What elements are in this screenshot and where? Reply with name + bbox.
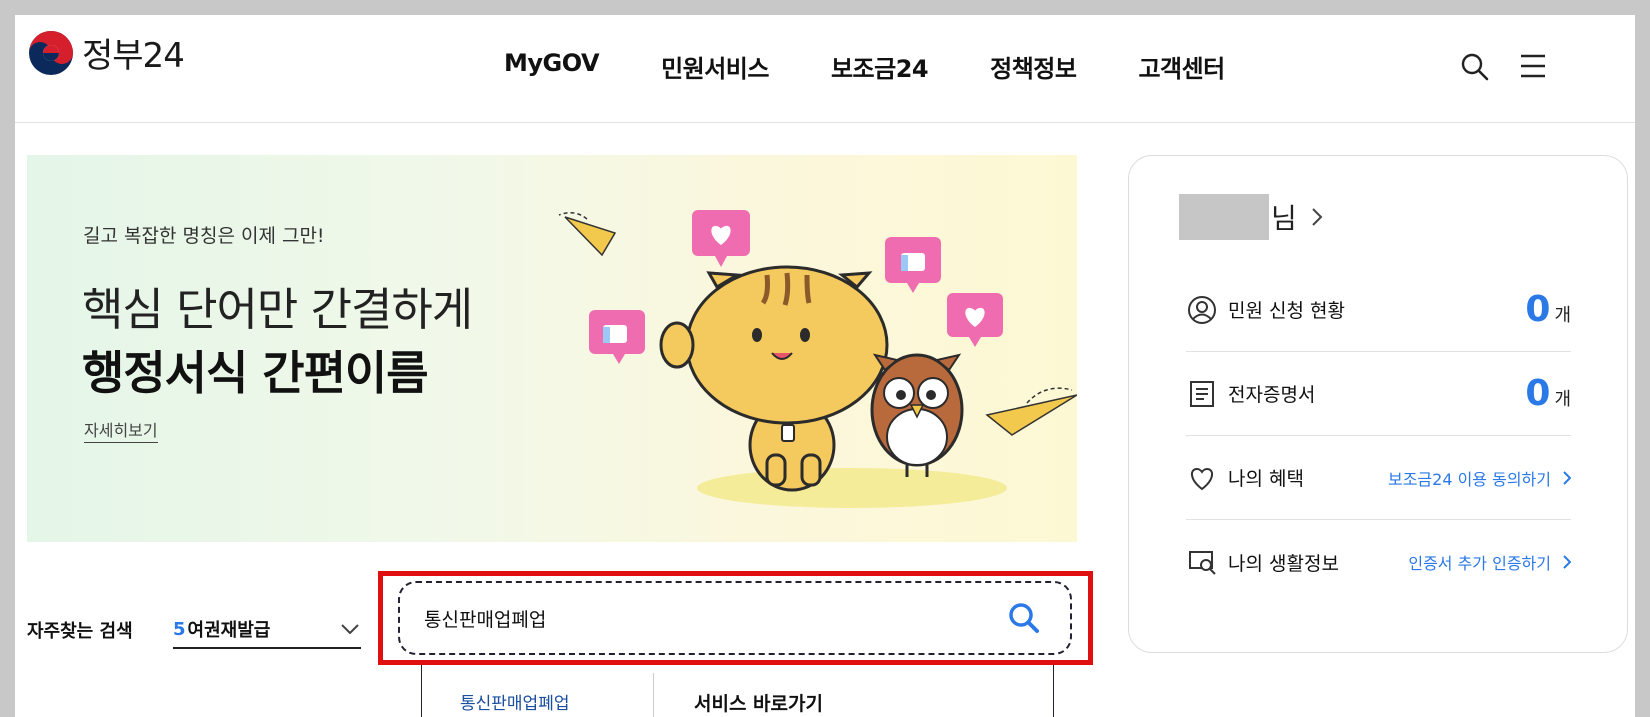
row-e-certificate[interactable]: 전자증명서 0 개 [1186,352,1571,436]
row-label: 나의 혜택 [1228,468,1304,490]
subsidy-consent-link[interactable]: 보조금24 이용 동의하기 [1388,466,1571,490]
taegeuk-logo-icon [29,30,73,75]
certificate-auth-link[interactable]: 인증서 추가 인증하기 [1408,550,1571,574]
frequent-keyword: 여권재발급 [187,620,271,641]
banner-subtitle: 길고 복잡한 명칭은 이제 그만! [83,225,325,247]
monitor-search-icon [1186,546,1218,578]
count-unit: 개 [1554,389,1571,410]
nav-policy-info[interactable]: 정책정보 [990,49,1077,84]
page: 정부24 MyGOV 민원서비스 보조금24 정책정보 고객센터 길고 복잡한 … [15,15,1635,717]
row-civil-application-status[interactable]: 민원 신청 현황 0 개 [1186,268,1571,352]
header: 정부24 MyGOV 민원서비스 보조금24 정책정보 고객센터 [15,15,1635,123]
document-icon [1186,378,1218,410]
frequent-search-label: 자주찾는 검색 [27,621,133,642]
nav-mygov[interactable]: MyGOV [504,49,600,84]
chevron-right-icon [1563,470,1571,485]
search-bar [398,581,1072,655]
logo-text: 정부24 [82,36,185,76]
count-value: 0 [1525,289,1551,330]
search-input[interactable] [424,607,984,629]
row-label: 민원 신청 현황 [1228,300,1345,322]
frequent-search-select[interactable]: 5 여권재발급 [173,611,361,649]
banner-detail-link[interactable]: 자세히보기 [84,417,158,443]
count-value: 0 [1525,373,1551,414]
user-name-link[interactable]: 님 [1179,194,1323,240]
banner-headline-2: 행정서식 간편이름 [82,346,429,400]
autocomplete-dropdown: 통신판매업폐업 서비스 바로가기 [421,665,1054,717]
search-icon[interactable] [1008,602,1040,634]
main-nav: MyGOV 민원서비스 보조금24 정책정보 고객센터 [504,49,1225,84]
row-my-life-info[interactable]: 나의 생활정보 인증서 추가 인증하기 [1186,520,1571,604]
frequent-rank: 5 [173,618,186,640]
nav-civil-service[interactable]: 민원서비스 [661,49,769,84]
banner-headline-1: 핵심 단어만 간결하게 [82,283,473,336]
service-shortcut-link[interactable]: 서비스 바로가기 [654,665,823,717]
logo[interactable]: 정부24 [28,28,185,77]
chevron-down-icon [341,624,359,634]
row-label: 나의 생활정보 [1228,552,1339,575]
row-value: 0 개 [1525,289,1571,330]
row-my-benefits[interactable]: 나의 혜택 보조금24 이용 동의하기 [1186,436,1571,520]
hamburger-menu-icon[interactable] [1520,53,1546,79]
nav-customer-center[interactable]: 고객센터 [1138,49,1225,84]
row-value: 0 개 [1525,373,1571,414]
row-label: 전자증명서 [1228,384,1316,406]
person-circle-icon [1186,294,1218,326]
count-unit: 개 [1554,305,1571,326]
search-icon[interactable] [1461,53,1489,81]
user-name-suffix: 님 [1271,202,1297,235]
autocomplete-suggestion[interactable]: 통신판매업폐업 [422,673,654,717]
user-summary-card: 님 민원 신청 현황 0 개 전자증명서 0 개 나의 혜택 보조금24 이용 … [1128,155,1628,653]
link-text: 인증서 추가 인증하기 [1408,554,1551,573]
masked-user-name [1179,194,1269,240]
heart-icon [1186,462,1218,494]
chevron-right-icon [1563,555,1571,569]
nav-subsidy24[interactable]: 보조금24 [831,49,929,84]
promo-banner[interactable]: 길고 복잡한 명칭은 이제 그만! 핵심 단어만 간결하게 행정서식 간편이름 … [27,155,1077,542]
chevron-right-icon [1312,208,1323,226]
link-text: 보조금24 이용 동의하기 [1387,469,1551,489]
